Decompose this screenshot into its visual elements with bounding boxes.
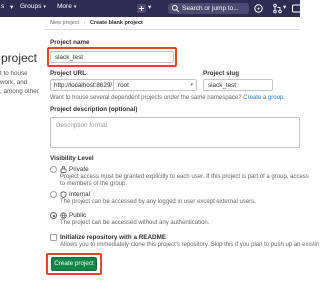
breadcrumb-new-project[interactable]: New project (50, 20, 79, 26)
namespace-hint-text: Want to house several dependent projects… (50, 95, 242, 101)
project-slug-input[interactable]: slack_test (203, 79, 273, 91)
merge-request-icon[interactable] (272, 3, 283, 14)
intro-line-2: work, and (0, 79, 28, 86)
visibility-label: Visibility Level (50, 155, 94, 162)
namespace-hint: Want to house several dependent projects… (50, 95, 285, 101)
page-title: project (1, 51, 38, 65)
nav-groups-label: Groups (20, 3, 42, 10)
chevron-down-icon[interactable]: ▾ (148, 3, 151, 11)
todo-icon[interactable] (291, 3, 302, 14)
radio-internal[interactable] (50, 191, 57, 198)
project-slug-label: Project slug (203, 70, 240, 77)
create-group-link[interactable]: Create a group. (243, 95, 285, 101)
breadcrumb-separator: › (83, 20, 86, 26)
chevron-down-icon[interactable]: ▾ (10, 3, 13, 11)
visibility-public-desc: The project can be accessed without any … (60, 220, 210, 226)
chevron-down-icon: ▾ (73, 4, 77, 10)
namespace-value: root (118, 82, 129, 89)
init-readme-desc: Allows you to immediately clone this pro… (60, 242, 320, 248)
init-readme-label[interactable]: Initialize repository with a README (60, 234, 166, 241)
intro-line-1: t to house (0, 70, 28, 77)
project-url-prefix: http://localhost:8629/ (50, 79, 114, 91)
create-project-button[interactable]: Create project (51, 257, 97, 271)
shield-icon (60, 191, 67, 198)
search-placeholder: Search or jump to... (182, 5, 239, 12)
chevron-down-icon[interactable]: ▾ (283, 3, 286, 11)
search-input[interactable]: Search or jump to... (168, 3, 249, 14)
plus-square-icon[interactable] (136, 3, 147, 14)
visibility-internal-desc: The project can be accessed by any logge… (60, 199, 256, 205)
nav-more[interactable]: More ▾ (57, 3, 76, 10)
visibility-private-title: Private (69, 166, 89, 173)
chevron-down-icon: ▾ (190, 82, 193, 88)
visibility-private-desc-2: to members of the group. (60, 181, 128, 187)
intro-line-3: , among other (0, 88, 39, 95)
search-icon (171, 4, 180, 13)
visibility-public-title: Public (69, 212, 87, 219)
visibility-internal-title: Internal (69, 191, 91, 198)
init-readme-checkbox[interactable] (50, 234, 57, 241)
project-name-highlight (47, 47, 177, 67)
breadcrumb: New project › Create blank project (50, 20, 143, 26)
visibility-private-desc: Project access must be granted explicitl… (60, 174, 309, 180)
globe-icon (60, 212, 67, 219)
top-navbar: s ▾ Groups ▾ More ▾ ▾ Search or jump to...… (0, 0, 302, 17)
description-label: Project description (optional) (50, 106, 138, 113)
breadcrumb-current: Create blank project (89, 20, 143, 26)
radio-public[interactable] (50, 212, 57, 219)
description-textarea[interactable]: Description format (50, 117, 300, 148)
chevron-down-icon: ▾ (43, 4, 46, 10)
radio-private[interactable] (50, 166, 57, 173)
nav-groups[interactable]: Groups ▾ (20, 3, 46, 10)
divider (44, 29, 300, 30)
nav-more-label: More (57, 3, 72, 10)
lock-icon (60, 166, 67, 173)
project-name-label: Project name (50, 39, 90, 46)
issues-icon[interactable] (253, 3, 264, 14)
namespace-select[interactable]: root ▾ (113, 79, 197, 91)
project-url-label: Project URL (50, 70, 87, 77)
nav-item-partial[interactable]: s (1, 3, 4, 10)
